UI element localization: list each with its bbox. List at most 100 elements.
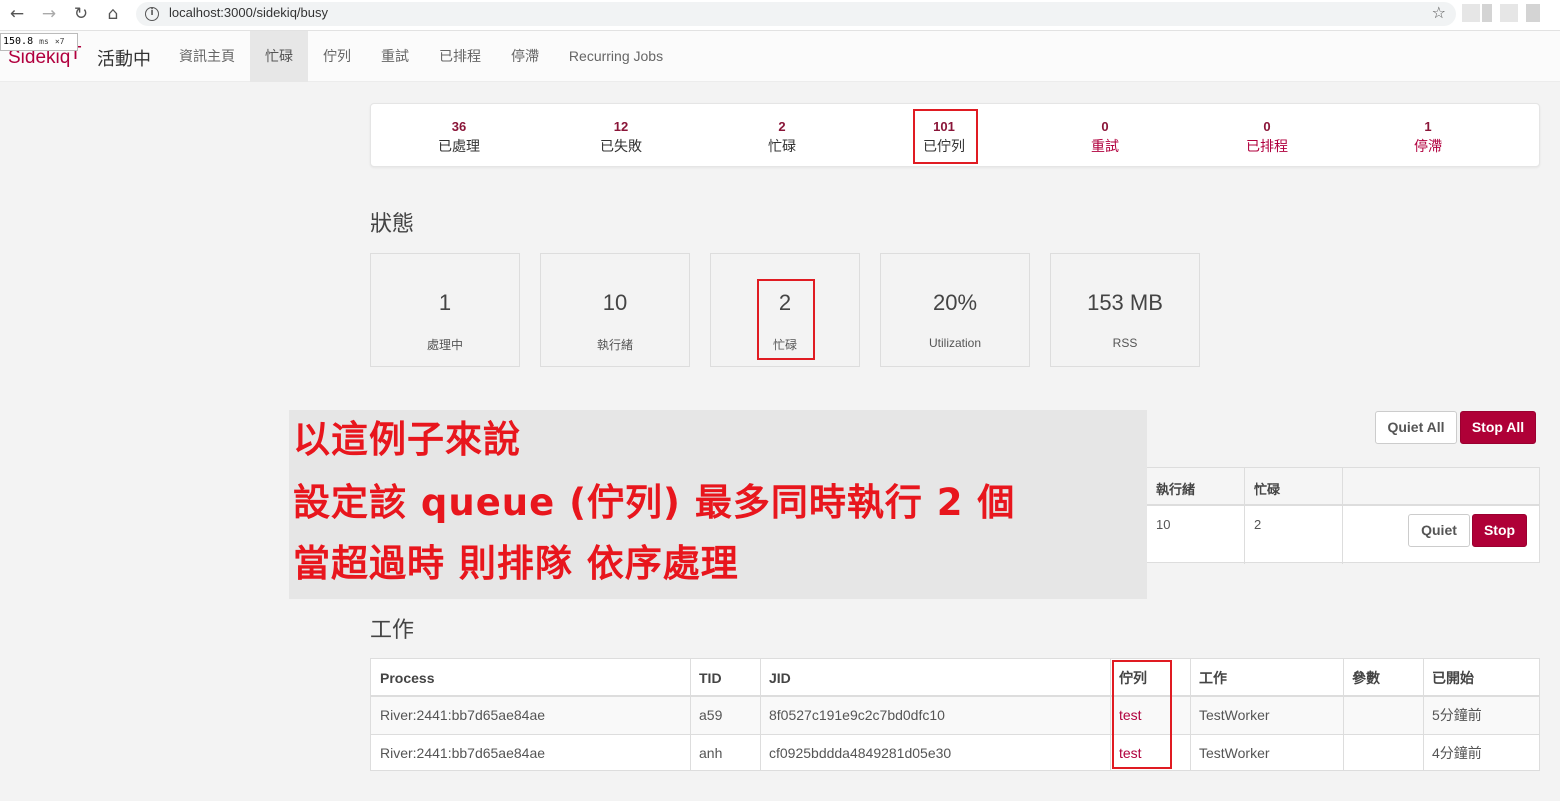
header-busy: 忙碌 xyxy=(1254,482,1281,497)
stat-processes: 1 處理中 xyxy=(370,253,520,367)
nav-recurring-jobs[interactable]: Recurring Jobs xyxy=(554,31,678,82)
job-tid: a59 xyxy=(699,707,723,723)
summary-label: 已排程 xyxy=(1246,138,1288,154)
summary-failed[interactable]: 12 已失敗 xyxy=(561,118,681,157)
stat-value: 10 xyxy=(602,290,628,315)
table-row: River:2441:bb7d65ae84ae anh cf0925bddda4… xyxy=(371,734,1539,771)
jobs-heading: 工作 xyxy=(370,618,415,643)
summary-busy[interactable]: 2 忙碌 xyxy=(722,118,842,157)
summary-count: 2 xyxy=(778,119,786,134)
job-class: TestWorker xyxy=(1199,707,1270,723)
nav-scheduled[interactable]: 已排程 xyxy=(424,31,496,82)
reload-icon[interactable]: ↻ xyxy=(70,3,92,25)
header-started: 已開始 xyxy=(1432,670,1474,686)
job-jid: 8f0527c191e9c2c7bd0dfc10 xyxy=(769,707,945,723)
timer-count: ×7 xyxy=(54,37,65,46)
job-class: TestWorker xyxy=(1199,745,1270,761)
nav-queues[interactable]: 佇列 xyxy=(308,31,366,82)
job-jid: cf0925bddda4849281d05e30 xyxy=(769,745,952,761)
header-threads: 執行緒 xyxy=(1156,482,1196,497)
process-table-header xyxy=(1147,468,1539,506)
stat-utilization: 20% Utilization xyxy=(880,253,1030,367)
quiet-button[interactable]: Quiet xyxy=(1408,514,1470,547)
annotation-overlay: 以這例子來說 設定該 queue (佇列) 最多同時執行 2 個 當超過時 則排… xyxy=(289,410,1147,599)
extension-icon[interactable] xyxy=(1462,4,1480,22)
stat-value: 153 MB xyxy=(1087,290,1163,315)
jobs-table: Process TID JID 佇列 工作 參數 已開始 River:2441:… xyxy=(370,658,1540,771)
stat-label: 處理中 xyxy=(426,338,463,352)
summary-processed[interactable]: 36 已處理 xyxy=(399,118,519,157)
header-process: Process xyxy=(380,670,435,686)
highlight-enqueued xyxy=(913,109,978,164)
stat-label: RSS xyxy=(1112,336,1138,350)
column-divider xyxy=(690,659,691,770)
annotation-line: 設定該 queue (佇列) 最多同時執行 2 個 xyxy=(293,481,1016,524)
summary-label: 忙碌 xyxy=(768,138,796,154)
stop-button[interactable]: Stop xyxy=(1472,514,1527,547)
stat-value: 1 xyxy=(438,290,452,315)
column-divider xyxy=(1343,659,1344,770)
profile-avatar-icon[interactable] xyxy=(1526,4,1540,22)
timer-value: 150.8 xyxy=(3,36,34,47)
quiet-all-button[interactable]: Quiet All xyxy=(1375,411,1457,444)
annotation-line: 當超過時 則排隊 依序處理 xyxy=(293,542,739,585)
stat-rss: 153 MB RSS xyxy=(1050,253,1200,367)
summary-scheduled[interactable]: 0 已排程 xyxy=(1207,118,1327,157)
table-row: River:2441:bb7d65ae84ae a59 8f0527c191e9… xyxy=(371,697,1539,734)
job-started: 4分鐘前 xyxy=(1432,745,1482,761)
summary-count: 12 xyxy=(613,119,629,134)
job-started: 5分鐘前 xyxy=(1432,707,1482,723)
column-divider xyxy=(1423,659,1424,770)
summary-count: 0 xyxy=(1263,119,1271,134)
summary-dead[interactable]: 1 停滯 xyxy=(1368,118,1488,157)
extension-icon[interactable] xyxy=(1500,4,1518,22)
stop-all-button[interactable]: Stop All xyxy=(1460,411,1536,444)
summary-count: 0 xyxy=(1101,119,1109,134)
column-divider xyxy=(1110,659,1111,770)
annotation-line: 以這例子來說 xyxy=(293,418,521,461)
extension-icon[interactable] xyxy=(1482,4,1492,22)
job-tid: anh xyxy=(699,745,723,761)
column-divider xyxy=(1342,468,1343,564)
summary-count: 36 xyxy=(451,119,467,134)
timing-badge: 150.8 ms ×7 xyxy=(0,33,78,51)
status-heading: 狀態 xyxy=(370,212,415,237)
header-jid: JID xyxy=(769,670,791,686)
nav-retries[interactable]: 重試 xyxy=(366,31,424,82)
address-bar[interactable]: i localhost:3000/sidekiq/busy ☆ xyxy=(136,2,1456,26)
browser-toolbar: ← → ↻ ⌂ i localhost:3000/sidekiq/busy ☆ xyxy=(0,0,1560,31)
status-text: 活動中 xyxy=(97,49,151,70)
summary-label: 已處理 xyxy=(438,138,480,154)
job-process: River:2441:bb7d65ae84ae xyxy=(380,707,546,723)
nav-dead[interactable]: 停滯 xyxy=(496,31,554,82)
summary-label: 重試 xyxy=(1091,138,1119,154)
highlight-busy xyxy=(757,279,815,360)
timer-unit: ms xyxy=(39,37,49,46)
app-navbar: Sidekiq Ƭ 活動中 資訊主頁 忙碌 佇列 重試 已排程 停滯 Recur… xyxy=(0,31,1560,82)
bookmark-star-icon[interactable]: ☆ xyxy=(1432,3,1446,22)
info-icon[interactable]: i xyxy=(145,7,159,21)
header-job: 工作 xyxy=(1199,670,1227,686)
back-arrow-icon[interactable]: ← xyxy=(6,3,28,25)
job-process: River:2441:bb7d65ae84ae xyxy=(380,745,546,761)
url-text: localhost:3000/sidekiq/busy xyxy=(169,5,328,20)
jobs-table-header: Process TID JID 佇列 工作 參數 已開始 xyxy=(371,659,1539,697)
stat-label: Utilization xyxy=(928,336,982,350)
process-busy: 2 xyxy=(1254,517,1262,532)
column-divider xyxy=(1190,659,1191,770)
summary-label: 停滯 xyxy=(1414,138,1442,154)
header-tid: TID xyxy=(699,670,722,686)
summary-retries[interactable]: 0 重試 xyxy=(1045,118,1165,157)
header-args: 參數 xyxy=(1352,670,1380,686)
forward-arrow-icon[interactable]: → xyxy=(38,3,60,25)
highlight-queue-column xyxy=(1112,660,1172,769)
column-divider xyxy=(1244,468,1245,564)
nav-dashboard[interactable]: 資訊主頁 xyxy=(167,31,247,82)
stat-label: 執行緒 xyxy=(596,338,633,352)
stat-value: 20% xyxy=(932,290,978,315)
nav-busy[interactable]: 忙碌 xyxy=(250,31,308,82)
column-divider xyxy=(760,659,761,770)
stat-threads: 10 執行緒 xyxy=(540,253,690,367)
home-icon[interactable]: ⌂ xyxy=(102,3,124,25)
process-table: 執行緒 忙碌 10 2 Quiet Stop xyxy=(1147,467,1540,564)
